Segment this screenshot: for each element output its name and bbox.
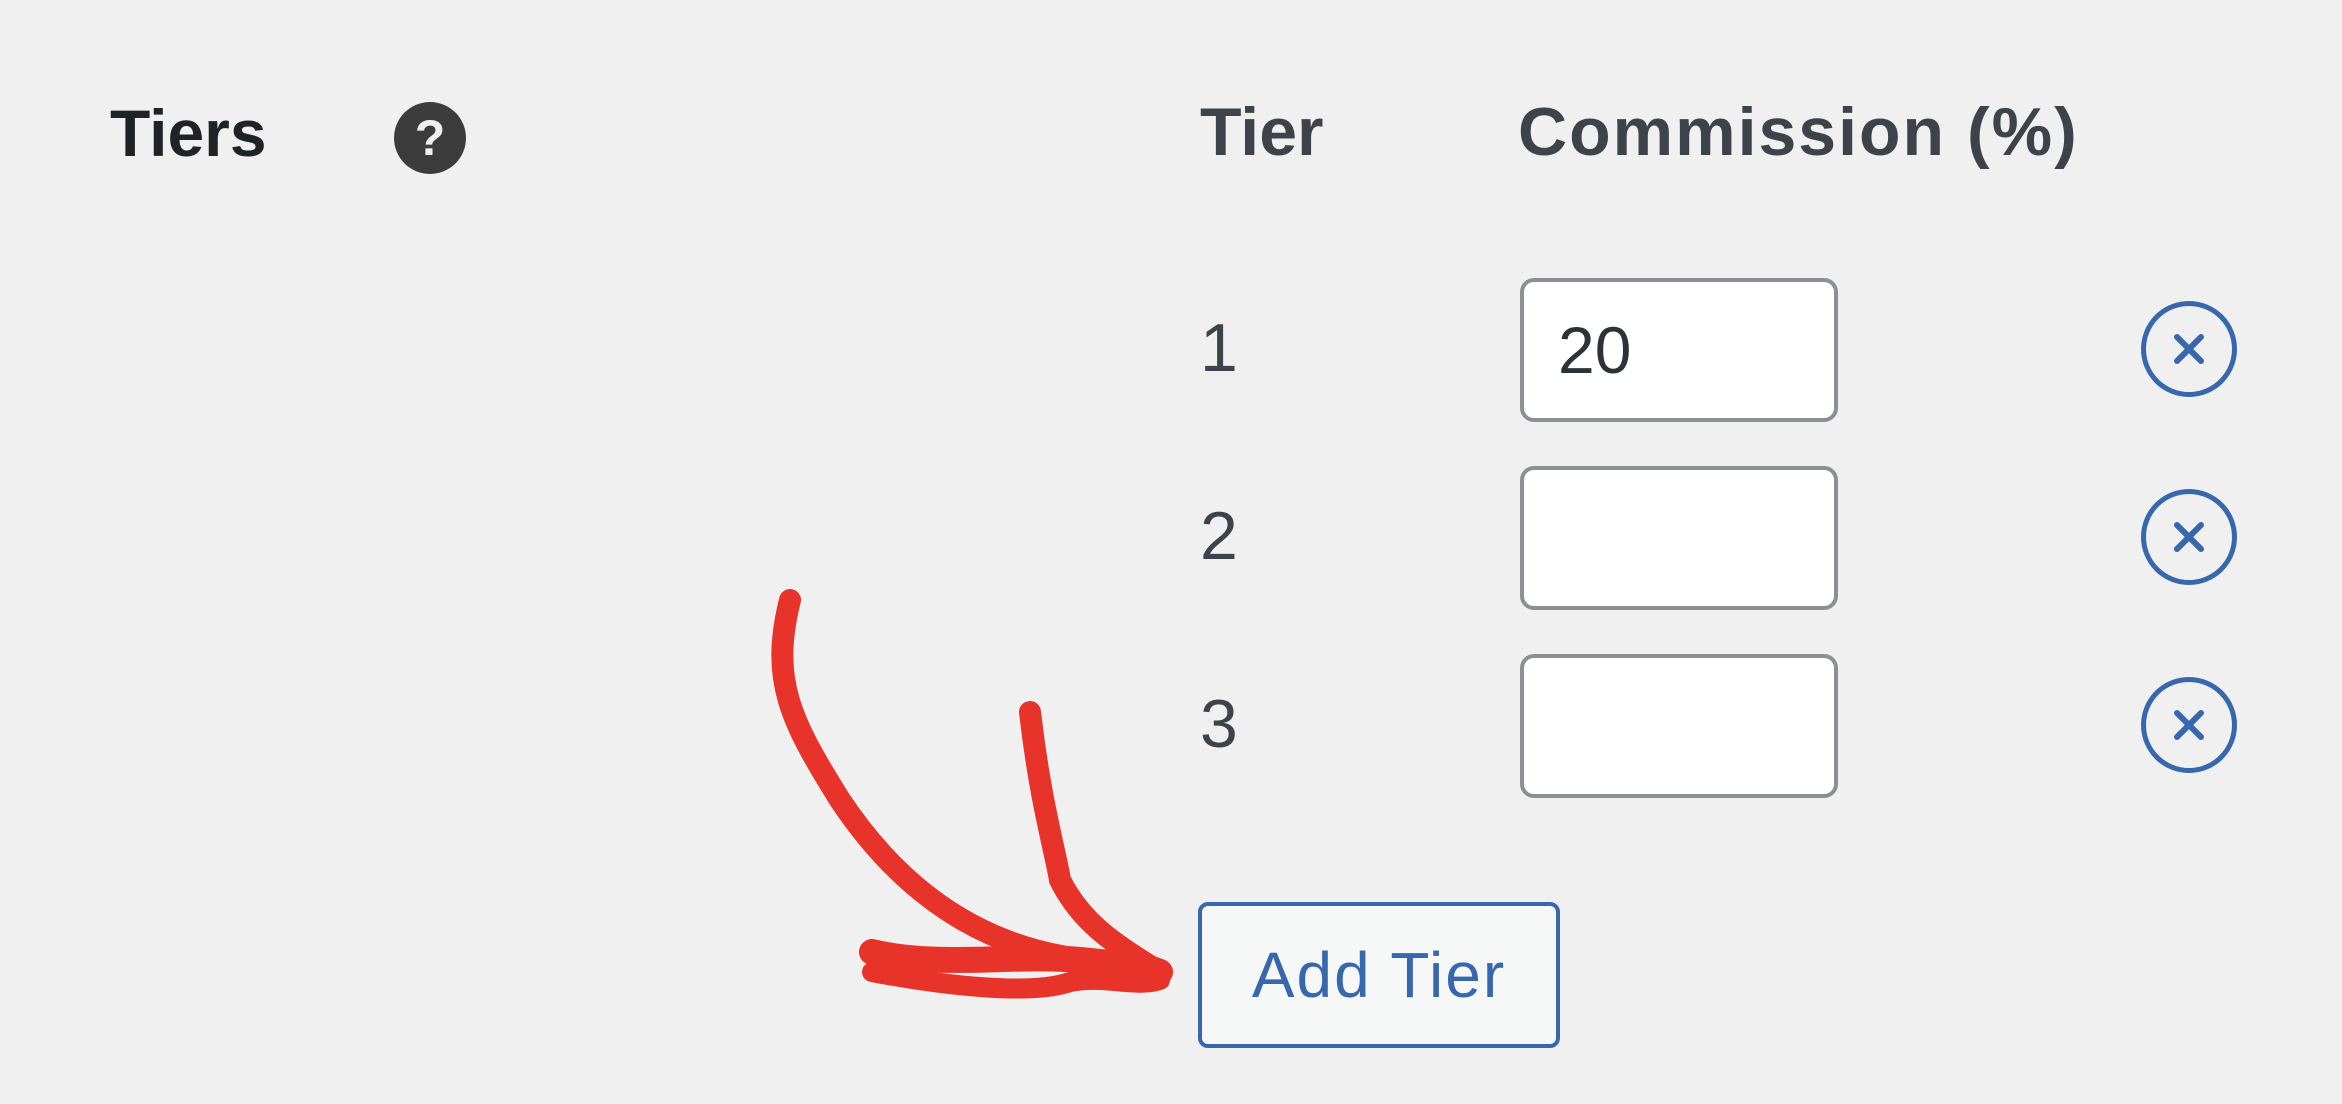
circle-x-icon (2174, 710, 2204, 740)
circle-x-icon (2174, 334, 2204, 364)
tier-row: 3 (0, 654, 2342, 802)
question-circle-icon[interactable]: ? (394, 102, 466, 174)
remove-tier-button[interactable] (2141, 301, 2237, 397)
tiers-label: Tiers (110, 96, 267, 170)
tier-row: 1 (0, 278, 2342, 426)
remove-tier-button[interactable] (2141, 489, 2237, 585)
tier-number: 1 (1200, 310, 1238, 386)
tier-column-header: Tier (1200, 94, 1324, 170)
help-icon-glyph: ? (414, 110, 446, 166)
tier-row: 2 (0, 466, 2342, 614)
tier-number: 3 (1200, 686, 1238, 762)
commission-input[interactable] (1520, 466, 1838, 610)
remove-tier-button[interactable] (2141, 677, 2237, 773)
commission-input[interactable] (1520, 654, 1838, 798)
add-tier-button[interactable]: Add Tier (1198, 902, 1560, 1048)
tier-number: 2 (1200, 498, 1238, 574)
commission-column-header: Commission (%) (1518, 94, 2079, 170)
circle-x-icon (2174, 522, 2204, 552)
commission-input[interactable] (1520, 278, 1838, 422)
